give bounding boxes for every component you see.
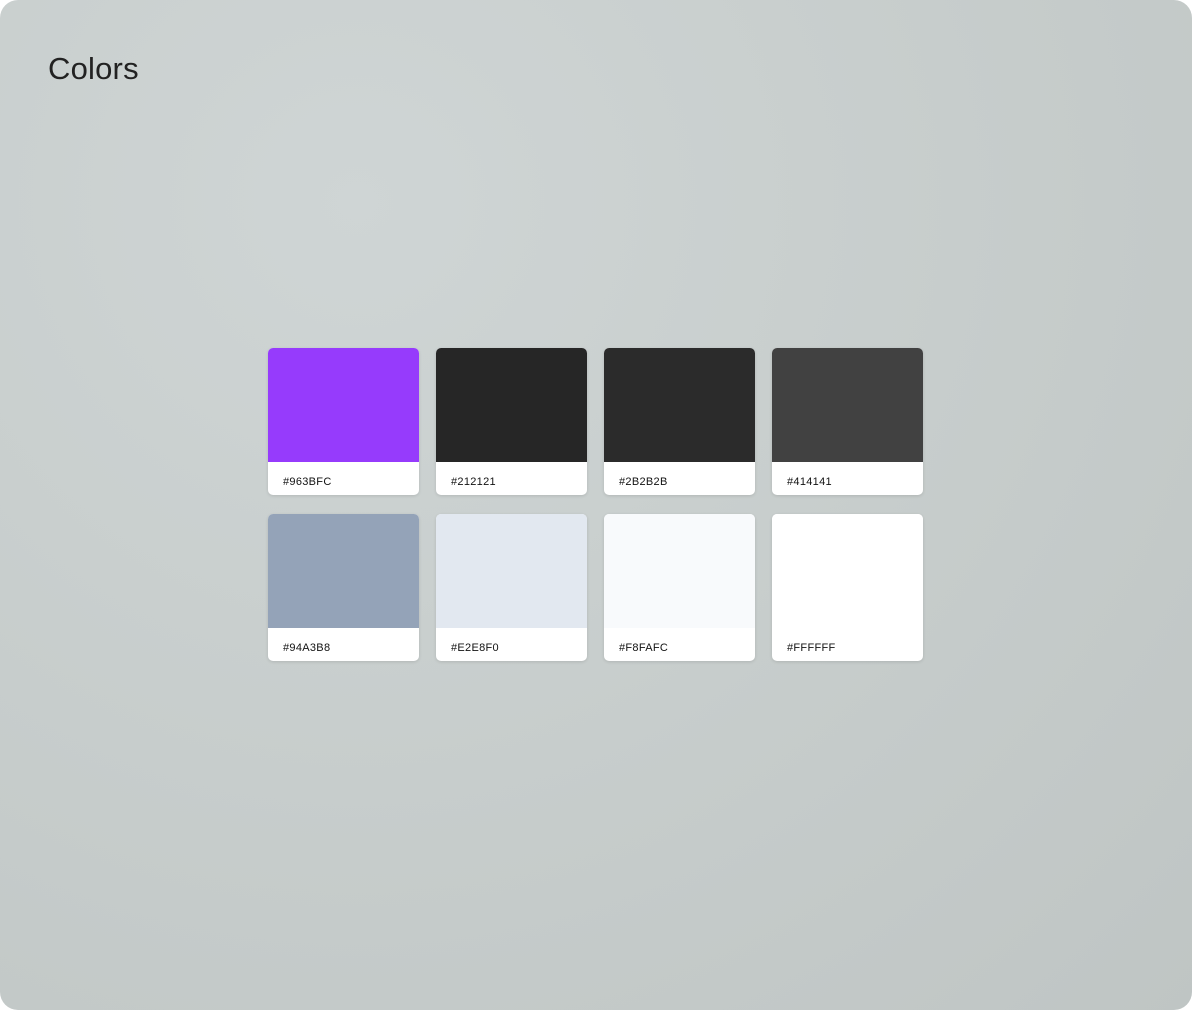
color-swatch [772,514,923,628]
color-hex-label: #963BFC [283,475,332,488]
color-card[interactable]: #94A3B8 [268,514,419,661]
color-swatch [604,514,755,628]
color-card[interactable]: #E2E8F0 [436,514,587,661]
color-hex-label: #414141 [787,475,832,488]
color-swatch [772,348,923,462]
color-hex-label: #2B2B2B [619,475,668,488]
color-hex-label: #FFFFFF [787,641,836,654]
color-palette-board: Colors #963BFC #212121 #2B2B2B #414141 #… [0,0,1192,1010]
color-swatch [268,514,419,628]
color-card[interactable]: #FFFFFF [772,514,923,661]
color-hex-label: #E2E8F0 [451,641,499,654]
color-swatch [604,348,755,462]
color-hex-label: #F8FAFC [619,641,669,654]
color-card[interactable]: #963BFC [268,348,419,495]
color-hex-label: #94A3B8 [283,641,331,654]
page-title: Colors [48,51,139,86]
color-swatch [268,348,419,462]
color-swatch [436,514,587,628]
swatch-grid: #963BFC #212121 #2B2B2B #414141 #94A3B8 … [268,348,923,661]
color-card[interactable]: #414141 [772,348,923,495]
color-swatch [436,348,587,462]
color-card[interactable]: #212121 [436,348,587,495]
color-card[interactable]: #F8FAFC [604,514,755,661]
color-card[interactable]: #2B2B2B [604,348,755,495]
color-hex-label: #212121 [451,475,496,488]
